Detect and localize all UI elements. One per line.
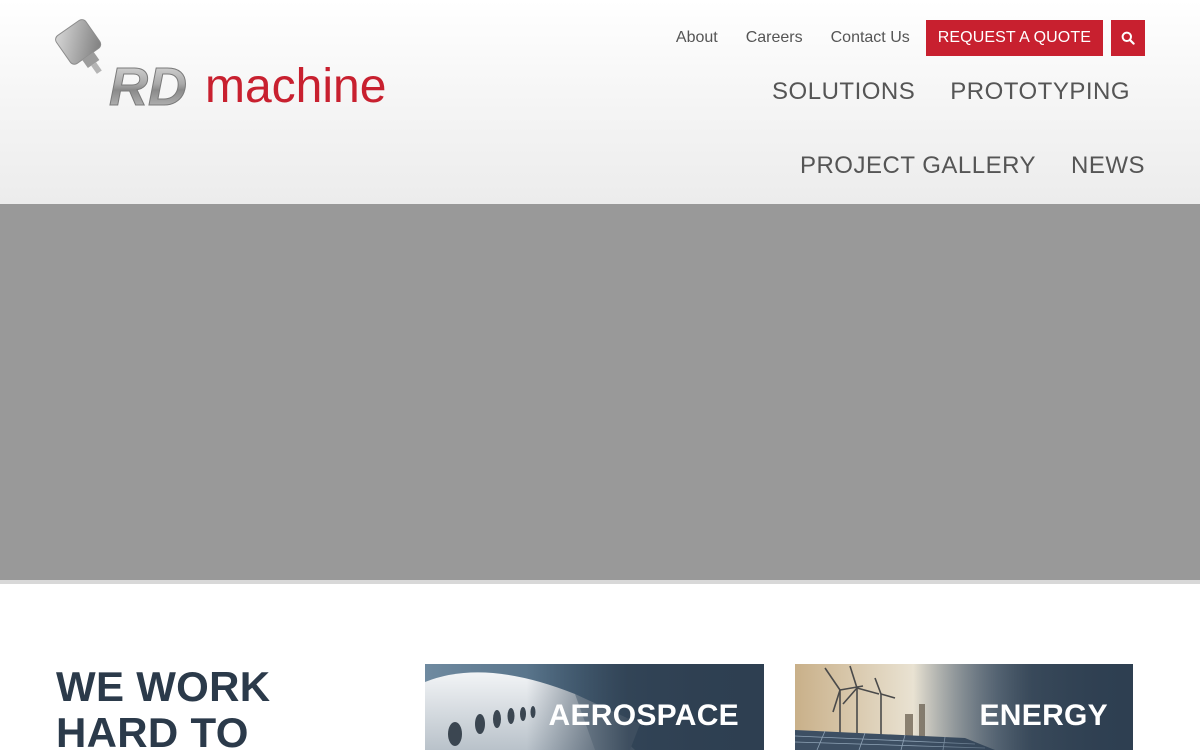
search-button[interactable] [1111, 20, 1145, 56]
search-icon [1121, 31, 1135, 45]
main-nav-prototyping[interactable]: PROTOTYPING [950, 78, 1130, 106]
request-quote-button[interactable]: REQUEST A QUOTE [925, 20, 1103, 56]
main-nav-solutions[interactable]: SOLUTIONS [772, 78, 915, 106]
nav-careers-link[interactable]: Careers [746, 29, 803, 47]
main-nav-row-1: SOLUTIONS PROTOTYPING [737, 78, 1130, 106]
intro-heading-line-2: HARD TO [56, 709, 249, 756]
logo-rd-text: RD [109, 57, 187, 110]
intro-heading-line-1: WE WORK [56, 663, 271, 710]
site-header: RD machine About Careers Contact Us REQU… [0, 0, 1200, 204]
main-nav-project-gallery[interactable]: PROJECT GALLERY [800, 152, 1036, 180]
utility-nav: About Careers Contact Us REQUEST A QUOTE [676, 20, 1145, 56]
intro-heading: WE WORK HARD TO [56, 664, 386, 756]
nav-about-link[interactable]: About [676, 29, 718, 47]
site-logo[interactable]: RD machine [55, 18, 435, 110]
rd-machine-logo-icon: RD machine [55, 19, 386, 110]
main-nav-row-2: PROJECT GALLERY NEWS [765, 152, 1145, 180]
industry-card-title: ENERGY [979, 699, 1108, 732]
hero-banner [0, 204, 1200, 580]
industry-card-aerospace[interactable]: AEROSPACE [425, 664, 764, 750]
logo-machine-text: machine [205, 60, 386, 110]
industry-card-energy[interactable]: ENERGY [795, 664, 1133, 750]
nav-contact-link[interactable]: Contact Us [831, 29, 910, 47]
industry-card-title: AEROSPACE [548, 699, 739, 732]
hero-divider [0, 580, 1200, 584]
main-nav-news[interactable]: NEWS [1071, 152, 1145, 180]
